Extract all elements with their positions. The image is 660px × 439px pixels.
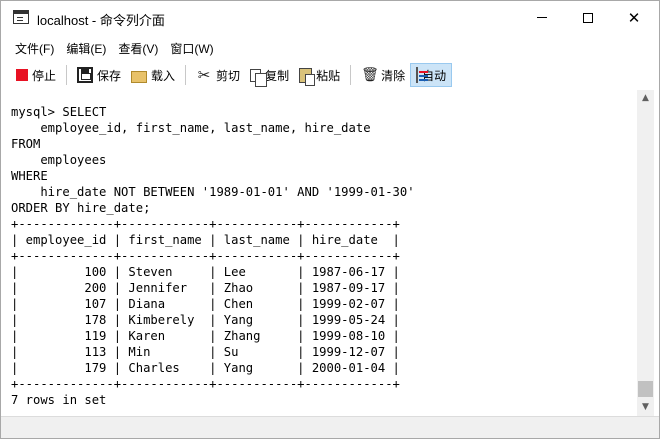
clear-button[interactable]: 🗑 清除	[356, 63, 410, 87]
menu-file[interactable]: 文件(F)	[9, 40, 60, 57]
auto-button[interactable]: 自动	[410, 63, 453, 87]
close-icon: ✕	[627, 8, 641, 27]
paste-button[interactable]: 粘贴	[294, 63, 345, 87]
close-button[interactable]: ✕	[611, 1, 657, 34]
title-bar[interactable]: localhost - 命令列介面 ✕	[1, 1, 659, 34]
stop-icon	[16, 69, 28, 81]
toolbar: 停止 保存 载入 ✂ 剪切 复制 粘贴 🗑 清除 自动	[1, 61, 659, 89]
status-bar	[1, 416, 659, 438]
console-output-area[interactable]: mysql> SELECT employee_id, first_name, l…	[1, 90, 641, 415]
clear-label: 清除	[381, 68, 406, 83]
auto-icon	[416, 67, 429, 83]
copy-icon	[250, 68, 268, 87]
scrollbar-thumb[interactable]	[638, 381, 653, 397]
menu-view[interactable]: 查看(V)	[112, 40, 164, 57]
paste-icon	[299, 67, 316, 86]
menu-bar: 文件(F) 编辑(E) 查看(V) 窗口(W)	[1, 37, 659, 59]
scissors-icon: ✂	[197, 66, 211, 84]
menu-edit[interactable]: 编辑(E)	[60, 40, 112, 57]
console-window: localhost - 命令列介面 ✕ 文件(F) 编辑(E) 查看(V) 窗口…	[0, 0, 660, 439]
scroll-up-icon[interactable]: ▲	[637, 90, 654, 107]
cut-label: 剪切	[216, 68, 241, 83]
save-icon	[77, 67, 94, 83]
vertical-scrollbar[interactable]: ▲ ▼	[637, 90, 654, 416]
copy-button[interactable]: 复制	[245, 63, 294, 87]
minimize-button[interactable]	[519, 1, 565, 34]
toolbar-divider	[350, 65, 352, 85]
toolbar-divider	[66, 65, 68, 85]
load-icon	[131, 71, 148, 83]
console-text: mysql> SELECT employee_id, first_name, l…	[11, 105, 415, 407]
toolbar-divider	[185, 65, 187, 85]
cut-button[interactable]: ✂ 剪切	[191, 63, 245, 87]
save-button[interactable]: 保存	[72, 63, 126, 87]
stop-label: 停止	[32, 68, 57, 83]
auto-label: 自动	[422, 68, 447, 83]
scroll-down-icon[interactable]: ▼	[637, 399, 654, 416]
console-app-icon	[13, 10, 29, 24]
stop-button[interactable]: 停止	[9, 63, 61, 87]
copy-label: 复制	[265, 68, 290, 83]
paste-label: 粘贴	[316, 68, 341, 83]
maximize-icon	[583, 12, 593, 23]
menu-window[interactable]: 窗口(W)	[164, 40, 219, 57]
save-label: 保存	[97, 68, 122, 83]
trash-icon: 🗑	[361, 67, 379, 83]
load-label: 载入	[151, 68, 176, 83]
maximize-button[interactable]	[565, 1, 611, 34]
window-title: localhost - 命令列介面	[37, 13, 165, 28]
load-button[interactable]: 载入	[126, 63, 180, 87]
minimize-icon	[537, 17, 547, 18]
